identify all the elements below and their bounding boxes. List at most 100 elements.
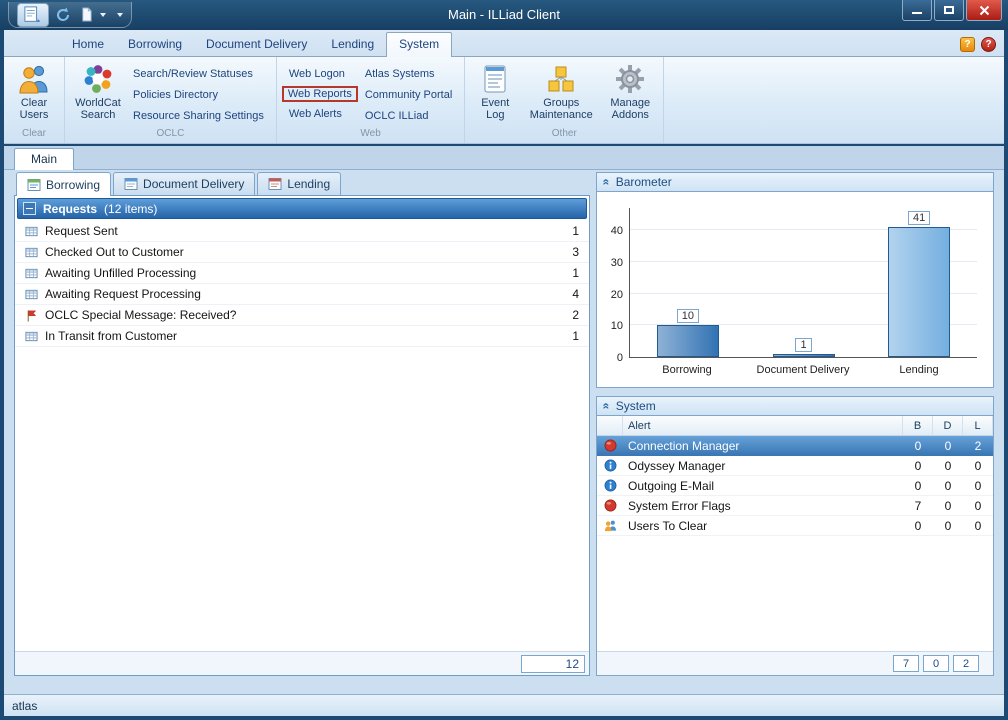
bar-value-label: 1	[795, 338, 811, 352]
alert-count-l: 2	[963, 436, 993, 455]
manage-addons-button[interactable]: Manage Addons	[602, 60, 658, 128]
request-grid-icon	[25, 330, 38, 343]
alert-row[interactable]: Connection Manager 0 0 2	[597, 436, 993, 456]
alert-row[interactable]: Outgoing E-Mail 0 0 0	[597, 476, 993, 496]
module-tabs: Borrowing Document Delivery Lending	[14, 172, 590, 195]
alert-count-l: 0	[963, 456, 993, 475]
alert-count-l: 0	[963, 476, 993, 495]
ribbon-group-oclc: WorldCat Search Search/Review Statuses P…	[65, 57, 277, 143]
close-button[interactable]	[966, 0, 1002, 21]
window-title: Main - ILLiad Client	[0, 7, 1008, 22]
request-row[interactable]: Request Sent 1	[15, 221, 589, 242]
requests-group-header[interactable]: Requests (12 items)	[17, 198, 587, 219]
help-icons: ? ?	[960, 37, 996, 56]
community-portal-link[interactable]: Community Portal	[358, 86, 459, 104]
worldcat-search-button[interactable]: WorldCat Search	[70, 60, 126, 128]
web-reports-link[interactable]: Web Reports	[282, 86, 358, 102]
column-b[interactable]: B	[903, 416, 933, 435]
tab-borrowing-view[interactable]: Borrowing	[16, 172, 111, 196]
chart-bar-borrowing	[657, 325, 719, 357]
borrowing-tab-icon	[27, 178, 41, 192]
column-alert[interactable]: Alert	[623, 416, 903, 435]
tab-home[interactable]: Home	[60, 33, 116, 56]
right-column: « Barometer 010203040 10141 BorrowingDoc…	[596, 172, 994, 676]
request-grid-icon	[25, 288, 38, 301]
tab-lending-label: Lending	[287, 177, 330, 191]
clear-users-icon	[18, 63, 50, 95]
search-review-statuses-link[interactable]: Search/Review Statuses	[126, 65, 271, 83]
barometer-panel: « Barometer 010203040 10141 BorrowingDoc…	[596, 172, 994, 388]
ribbon-group-clear: Clear Users Clear	[4, 57, 65, 143]
column-d[interactable]: D	[933, 416, 963, 435]
request-count: 2	[572, 308, 579, 322]
chart-yaxis: 010203040	[603, 208, 627, 358]
tab-system[interactable]: System	[386, 32, 452, 57]
tab-document-delivery-view[interactable]: Document Delivery	[113, 172, 255, 195]
clear-users-button[interactable]: Clear Users	[9, 60, 59, 128]
y-tick-label: 40	[611, 225, 623, 237]
web-logon-link[interactable]: Web Logon	[282, 65, 358, 83]
tab-document-delivery-label: Document Delivery	[143, 177, 244, 191]
request-row[interactable]: OCLC Special Message: Received? 2	[15, 305, 589, 326]
tab-document-delivery[interactable]: Document Delivery	[194, 33, 319, 56]
alert-label: Outgoing E-Mail	[623, 476, 903, 495]
alert-table-header: Alert B D L	[597, 416, 993, 436]
oclc-illiad-link[interactable]: OCLC ILLiad	[358, 107, 459, 125]
request-list-container: Requests (12 items) Request Sent 1 Check…	[14, 195, 590, 676]
help-icon-red[interactable]: ?	[981, 37, 996, 52]
resource-sharing-settings-link[interactable]: Resource Sharing Settings	[126, 107, 271, 125]
alert-label: Users To Clear	[623, 516, 903, 535]
alert-row[interactable]: System Error Flags 7 0 0	[597, 496, 993, 516]
main-view-tab[interactable]: Main	[14, 148, 74, 170]
alert-count-d: 0	[933, 456, 963, 475]
alert-label: Connection Manager	[623, 436, 903, 455]
tab-lending-view[interactable]: Lending	[257, 172, 341, 195]
info-icon	[604, 459, 617, 472]
request-row[interactable]: Checked Out to Customer 3	[15, 242, 589, 263]
request-grid-icon	[25, 267, 38, 280]
requests-group-count: (12 items)	[104, 202, 157, 216]
alert-label: System Error Flags	[623, 496, 903, 515]
tab-borrowing[interactable]: Borrowing	[116, 33, 194, 56]
requests-panel: Borrowing Document Delivery Lending	[14, 172, 590, 676]
ribbon-tab-bar: Home Borrowing Document Delivery Lending…	[4, 30, 1004, 56]
column-l[interactable]: L	[963, 416, 993, 435]
group-label-oclc: OCLC	[65, 128, 276, 143]
request-row[interactable]: Awaiting Request Processing 4	[15, 284, 589, 305]
gear-icon	[614, 63, 646, 95]
group-label-other: Other	[465, 128, 663, 143]
groups-maintenance-button[interactable]: Groups Maintenance	[524, 60, 598, 128]
minimize-icon	[912, 12, 922, 14]
lending-tab-icon	[268, 177, 282, 191]
policies-directory-link[interactable]: Policies Directory	[126, 86, 271, 104]
alert-count-d: 0	[933, 436, 963, 455]
help-icon-orange[interactable]: ?	[960, 37, 975, 52]
system-header[interactable]: « System	[596, 396, 994, 416]
tab-lending[interactable]: Lending	[319, 33, 386, 56]
system-panel: « System Alert B D L Connec	[596, 396, 994, 676]
alert-row[interactable]: Users To Clear 0 0 0	[597, 516, 993, 536]
bar-value-label: 41	[908, 211, 930, 225]
request-row[interactable]: In Transit from Customer 1	[15, 326, 589, 347]
event-log-button[interactable]: Event Log	[470, 60, 520, 128]
web-alerts-link[interactable]: Web Alerts	[282, 105, 358, 123]
group-label-web: Web	[277, 128, 464, 143]
flag-icon	[25, 309, 38, 322]
minimize-button[interactable]	[902, 0, 932, 21]
alert-row[interactable]: Odyssey Manager 0 0 0	[597, 456, 993, 476]
maximize-button[interactable]	[934, 0, 964, 21]
request-count: 4	[572, 287, 579, 301]
maximize-icon	[944, 6, 954, 14]
y-tick-label: 30	[611, 257, 623, 269]
barometer-header[interactable]: « Barometer	[596, 172, 994, 192]
requests-group-title: Requests	[43, 202, 97, 216]
request-row[interactable]: Awaiting Unfilled Processing 1	[15, 263, 589, 284]
alert-count-d: 0	[933, 516, 963, 535]
system-body: Alert B D L Connection Manager 0 0 2	[596, 416, 994, 676]
bar-value-label: 10	[677, 309, 699, 323]
alert-count-b: 0	[903, 516, 933, 535]
collapse-minus-icon[interactable]	[23, 202, 36, 215]
x-category-label: Borrowing	[629, 364, 745, 376]
atlas-systems-link[interactable]: Atlas Systems	[358, 65, 459, 83]
y-tick-label: 0	[617, 352, 623, 364]
